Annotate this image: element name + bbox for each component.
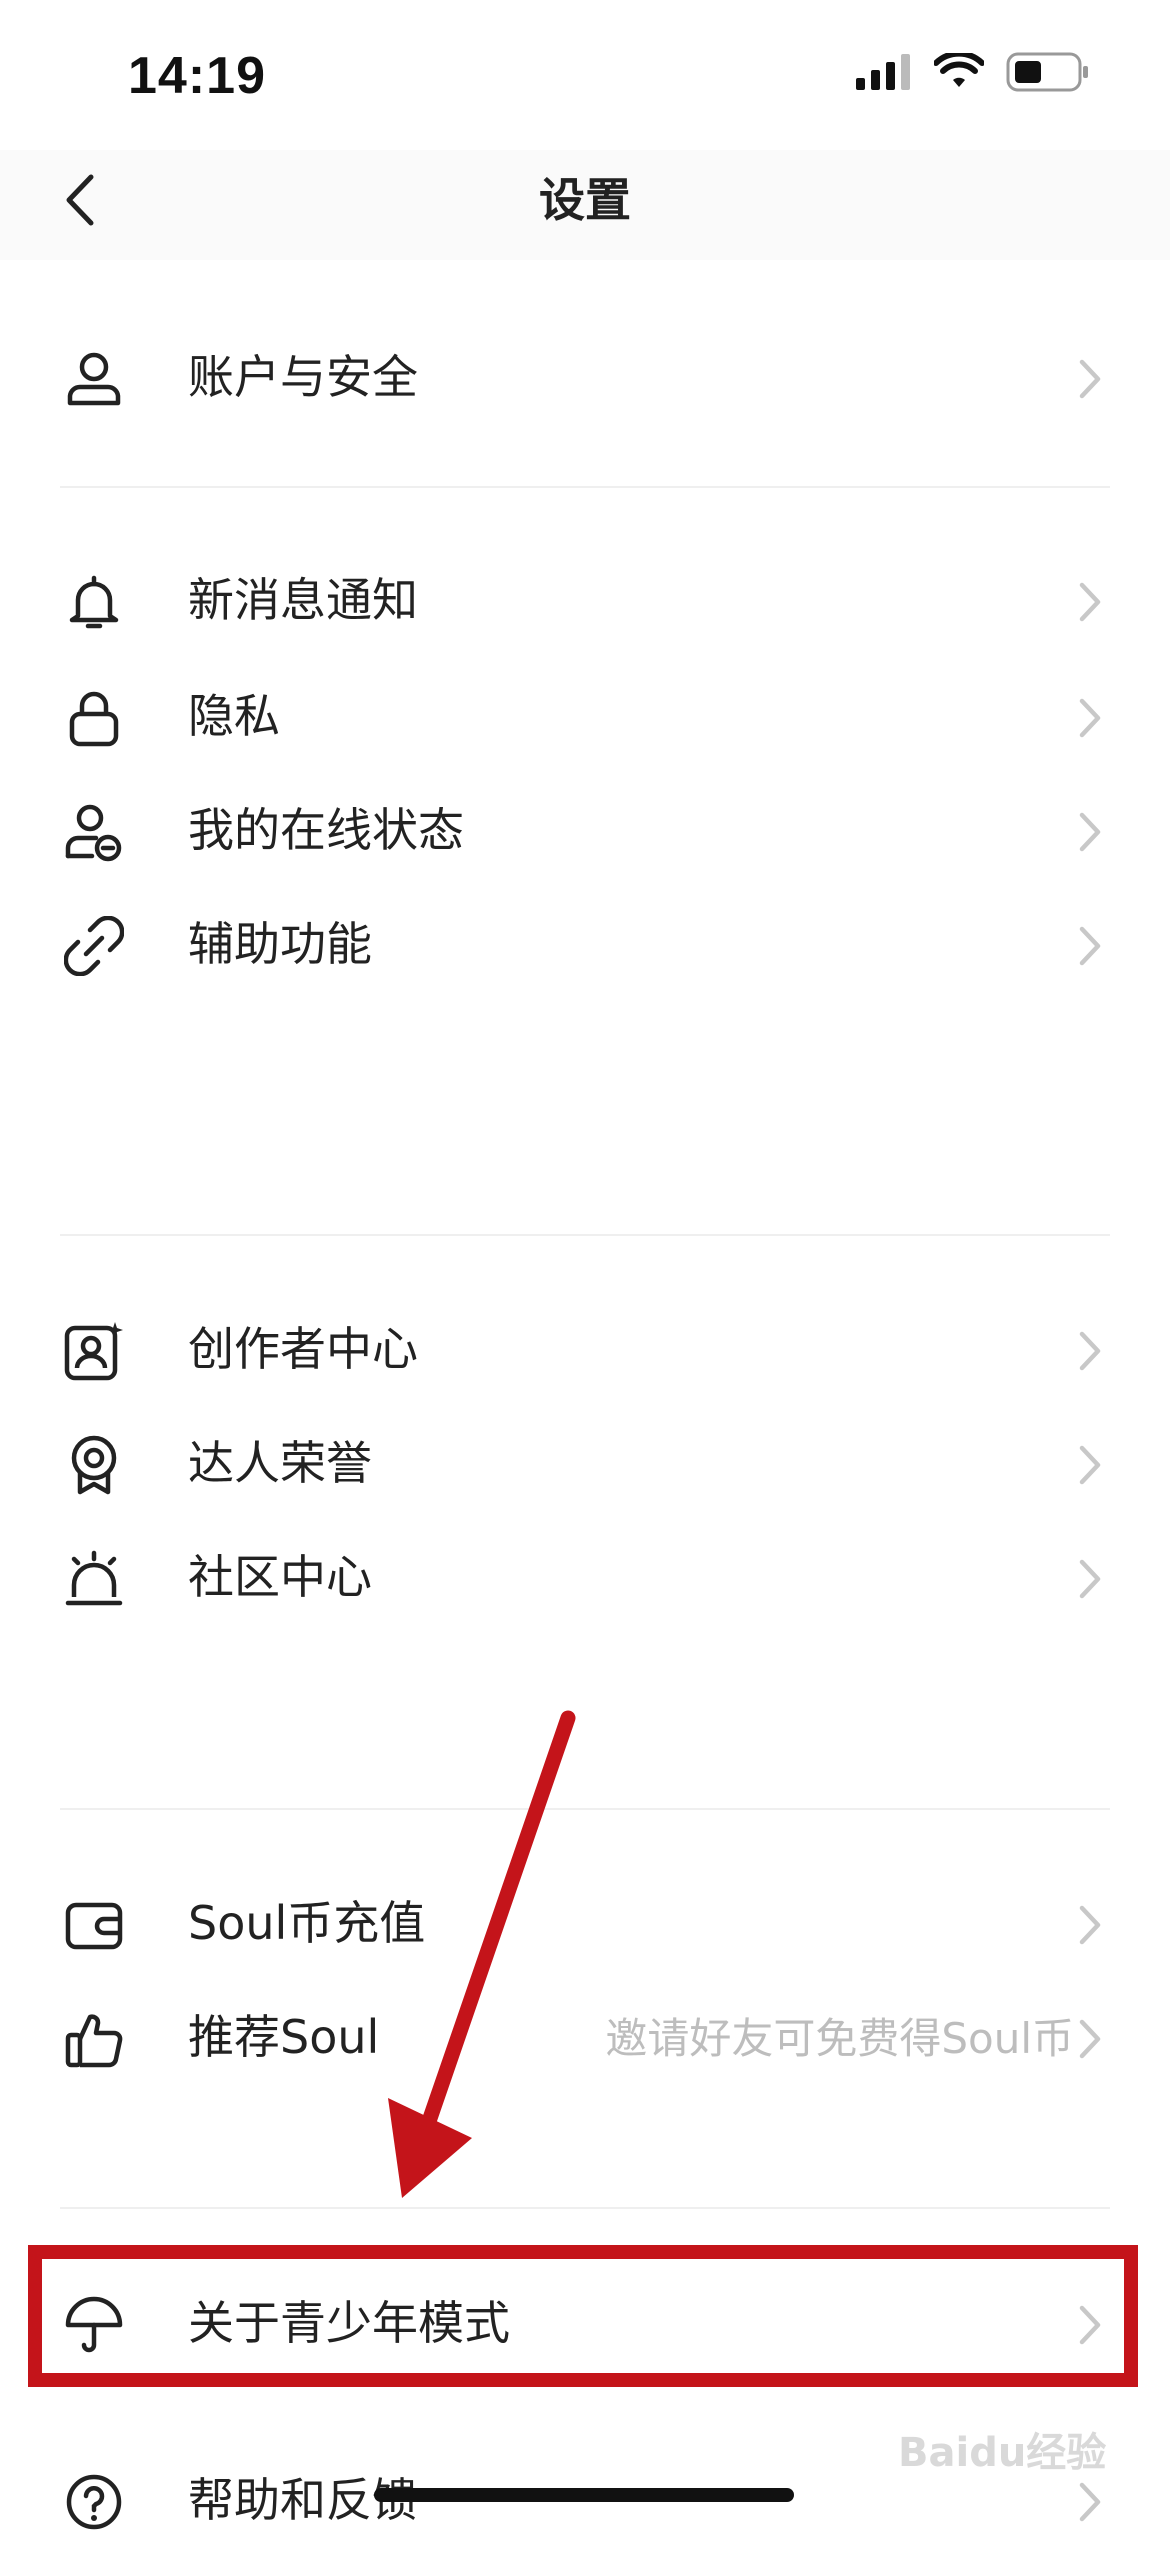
pointer-arrow: [388, 1710, 576, 2198]
home-indicator[interactable]: [374, 2488, 794, 2502]
watermark: Baidu经验: [898, 2430, 1107, 2476]
